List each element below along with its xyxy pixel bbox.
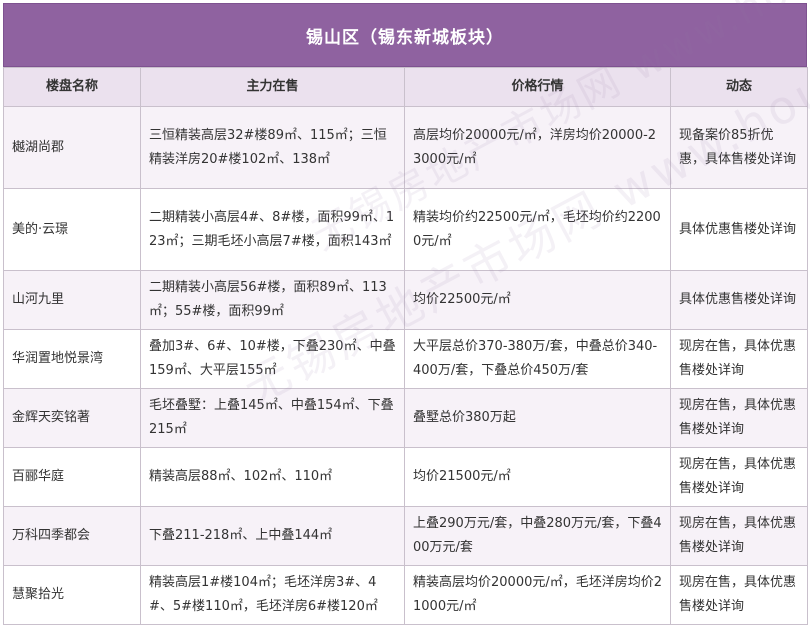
- cell-supply: 精装高层1#楼104㎡；毛坯洋房3#、4#、5#楼110㎡，毛坯洋房6#楼120…: [140, 565, 405, 625]
- page: 锡山区（锡东新城板块） 楼盘名称 主力在售 价格行情 动态 樾湖尚郡 三恒精装高…: [0, 0, 810, 635]
- table-title: 锡山区（锡东新城板块）: [3, 3, 807, 67]
- header-status: 动态: [670, 67, 808, 107]
- table-row: 华润置地悦景湾 叠加3#、6#、10#楼，下叠230㎡、中叠159㎡、大平层15…: [3, 329, 808, 389]
- cell-name: 美的·云璟: [3, 188, 141, 271]
- cell-name: 山河九里: [3, 270, 141, 330]
- table-row: 金辉天奕铭著 毛坯叠墅：上叠145㎡、中叠154㎡、下叠215㎡ 叠墅总价380…: [3, 388, 808, 448]
- cell-name: 樾湖尚郡: [3, 106, 141, 189]
- cell-price: 大平层总价370-380万/套，中叠总价340-400万/套，下叠总价450万/…: [404, 329, 671, 389]
- table-row: 万科四季都会 下叠211-218㎡、上中叠144㎡ 上叠290万元/套，中叠28…: [3, 506, 808, 566]
- cell-supply: 二期精装小高层4#、8#楼，面积99㎡、123㎡；三期毛坯小高层7#楼，面积14…: [140, 188, 405, 271]
- cell-status: 现房在售，具体优惠售楼处详询: [670, 506, 808, 566]
- cell-price: 均价21500元/㎡: [404, 447, 671, 507]
- cell-supply: 叠加3#、6#、10#楼，下叠230㎡、中叠159㎡、大平层155㎡: [140, 329, 405, 389]
- cell-price: 上叠290万元/套，中叠280万元/套，下叠400万元/套: [404, 506, 671, 566]
- cell-supply: 毛坯叠墅：上叠145㎡、中叠154㎡、下叠215㎡: [140, 388, 405, 448]
- cell-status: 现房在售，具体优惠售楼处详询: [670, 447, 808, 507]
- cell-price: 精装高层均价20000元/㎡，毛坯洋房均价21000元/㎡: [404, 565, 671, 625]
- cell-supply: 精装高层88㎡、102㎡、110㎡: [140, 447, 405, 507]
- cell-supply: 二期精装小高层56#楼，面积89㎡、113㎡；55#楼，面积99㎡: [140, 270, 405, 330]
- cell-status: 具体优惠售楼处详询: [670, 270, 808, 330]
- cell-price: 叠墅总价380万起: [404, 388, 671, 448]
- cell-status: 现房在售，具体优惠售楼处详询: [670, 329, 808, 389]
- header-row: 楼盘名称 主力在售 价格行情 动态: [3, 67, 808, 107]
- cell-price: 精装均价约22500元/㎡，毛坯均价约22000元/㎡: [404, 188, 671, 271]
- property-table: 楼盘名称 主力在售 价格行情 动态 樾湖尚郡 三恒精装高层32#楼89㎡、115…: [3, 67, 808, 625]
- table-row: 慧聚拾光 精装高层1#楼104㎡；毛坯洋房3#、4#、5#楼110㎡，毛坯洋房6…: [3, 565, 808, 625]
- cell-price: 高层均价20000元/㎡，洋房均价20000-23000元/㎡: [404, 106, 671, 189]
- cell-name: 慧聚拾光: [3, 565, 141, 625]
- header-supply: 主力在售: [140, 67, 405, 107]
- table-row: 樾湖尚郡 三恒精装高层32#楼89㎡、115㎡；三恒精装洋房20#楼102㎡、1…: [3, 106, 808, 189]
- cell-price: 均价22500元/㎡: [404, 270, 671, 330]
- table-row: 美的·云璟 二期精装小高层4#、8#楼，面积99㎡、123㎡；三期毛坯小高层7#…: [3, 188, 808, 271]
- cell-name: 金辉天奕铭著: [3, 388, 141, 448]
- table-row: 百郦华庭 精装高层88㎡、102㎡、110㎡ 均价21500元/㎡ 现房在售，具…: [3, 447, 808, 507]
- cell-name: 华润置地悦景湾: [3, 329, 141, 389]
- cell-status: 现房在售，具体优惠售楼处详询: [670, 388, 808, 448]
- cell-status: 现房在售，具体优惠售楼处详询: [670, 565, 808, 625]
- cell-status: 具体优惠售楼处详询: [670, 188, 808, 271]
- cell-name: 万科四季都会: [3, 506, 141, 566]
- table-row: 山河九里 二期精装小高层56#楼，面积89㎡、113㎡；55#楼，面积99㎡ 均…: [3, 270, 808, 330]
- cell-status: 现备案价85折优惠，具体售楼处详询: [670, 106, 808, 189]
- header-name: 楼盘名称: [3, 67, 141, 107]
- cell-supply: 下叠211-218㎡、上中叠144㎡: [140, 506, 405, 566]
- cell-name: 百郦华庭: [3, 447, 141, 507]
- header-price: 价格行情: [404, 67, 671, 107]
- cell-supply: 三恒精装高层32#楼89㎡、115㎡；三恒精装洋房20#楼102㎡、138㎡: [140, 106, 405, 189]
